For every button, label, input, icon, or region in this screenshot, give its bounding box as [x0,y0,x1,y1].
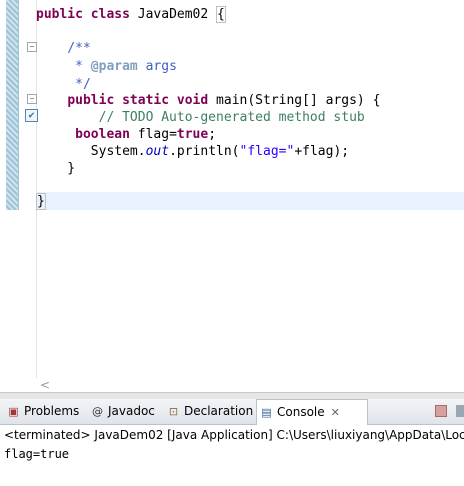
code-token: "flag=" [239,144,295,159]
code-line[interactable]: /** [36,40,91,58]
code-line[interactable]: boolean flag=true; [36,126,216,144]
code-line[interactable]: * @param args [36,58,177,76]
code-token: true [176,127,209,142]
code-token: boolean [75,127,130,142]
code-line[interactable]: public static void main(String[] args) { [36,92,380,110]
code-token: void [176,93,209,108]
code-token: main(String[] args) { [208,93,381,108]
javadoc-icon: @ [92,405,103,418]
horizontal-scrollbar[interactable]: < [36,378,464,392]
code-token: */ [36,77,91,92]
code-token: .println( [169,144,240,159]
code-token: @param [90,59,138,74]
tab-console[interactable]: ▤ Console ✕ [256,399,368,425]
code-token: out [145,144,170,159]
code-token: +flag); [294,144,350,159]
declaration-icon: ⊡ [168,405,179,418]
code-token: class [90,7,130,22]
tab-javadoc[interactable]: @ Javadoc [88,399,168,424]
code-line[interactable]: } [36,160,75,178]
code-line[interactable]: // TODO Auto-generated method stub [36,109,365,127]
console-status: <terminated> JavaDem02 [Java Application… [4,428,464,442]
code-token: public [67,93,115,108]
code-token: args [137,59,177,74]
editor-gutter: ✔ [20,0,38,378]
code-token: System. [36,144,146,159]
code-token: { [216,6,226,23]
problems-icon: ▣ [8,405,19,418]
code-token: } [36,161,76,176]
code-token: static [122,93,170,108]
console-output[interactable]: flag=true [0,445,464,486]
overview-ruler [6,0,18,210]
tab-problems[interactable]: ▣ Problems [4,399,88,424]
code-token: flag= [129,127,177,142]
code-line[interactable]: System.out.println("flag="+flag); [36,143,349,161]
scroll-left-icon[interactable]: < [40,378,50,392]
code-editor[interactable]: ✔ − − public class JavaDem02 { /** * @pa… [0,0,464,378]
close-icon[interactable]: ✕ [331,406,340,419]
terminate-icon[interactable] [435,405,447,417]
tab-declaration[interactable]: ⊡ Declaration [164,399,266,424]
ruler-border [18,0,19,210]
views-tab-bar: ▣ Problems @ Javadoc ⊡ Declaration ▤ Con… [0,399,464,425]
code-line[interactable]: public class JavaDem02 { [36,6,226,24]
code-token: ; [208,127,217,142]
code-token: /** [36,41,91,56]
tab-label: Javadoc [108,404,155,418]
code-token: * [36,59,91,74]
tab-label: Console [277,405,325,419]
tab-label: Declaration [184,404,254,418]
code-line[interactable]: } [36,193,46,211]
code-token: // TODO Auto-generated method stub [36,110,365,125]
console-icon: ▤ [261,406,272,419]
tab-label: Problems [24,404,80,418]
current-line-highlight [36,192,464,210]
code-token: JavaDem02 [129,7,217,22]
code-token: } [36,193,46,210]
remove-launch-icon[interactable] [456,405,464,417]
code-token: public [36,7,83,22]
